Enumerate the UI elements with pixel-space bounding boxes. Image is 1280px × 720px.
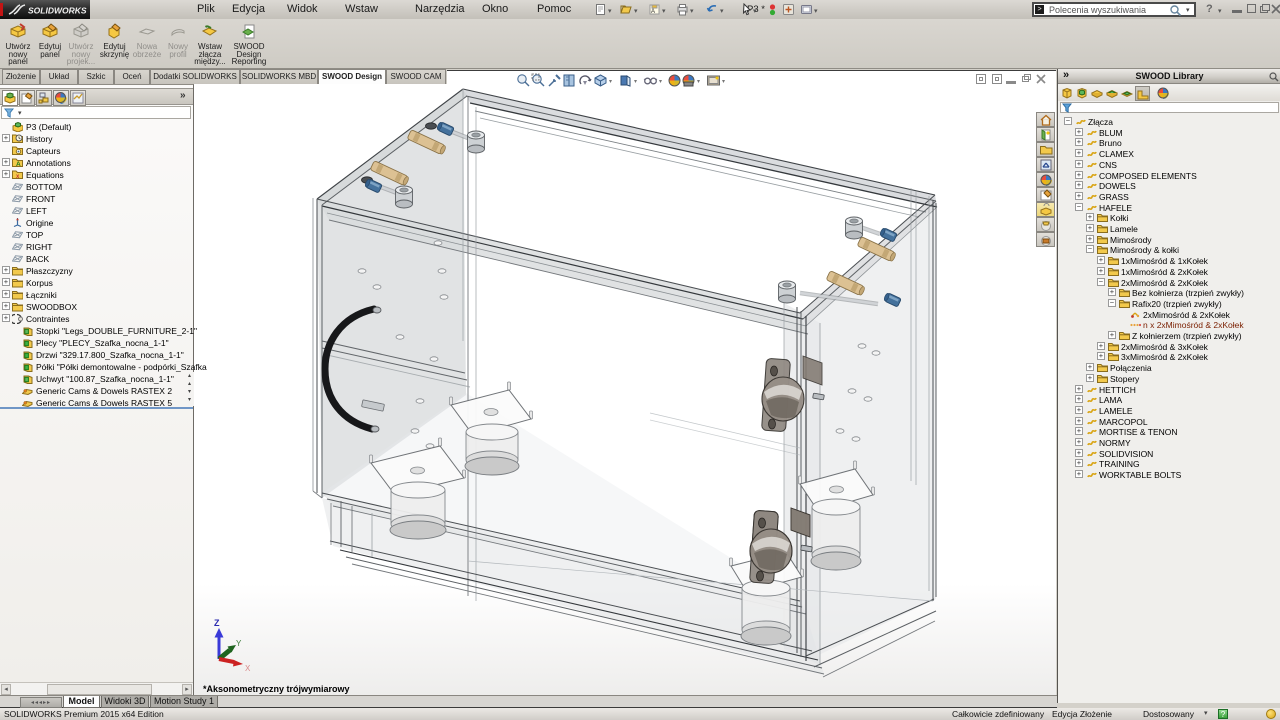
svg-text:X: X xyxy=(245,664,251,673)
svg-text:A: A xyxy=(651,9,655,15)
svg-text:SOLIDWORKS: SOLIDWORKS xyxy=(28,6,87,16)
svg-text:Y: Y xyxy=(236,639,242,648)
svg-text:A: A xyxy=(16,161,21,168)
svg-text:Z: Z xyxy=(214,618,220,628)
